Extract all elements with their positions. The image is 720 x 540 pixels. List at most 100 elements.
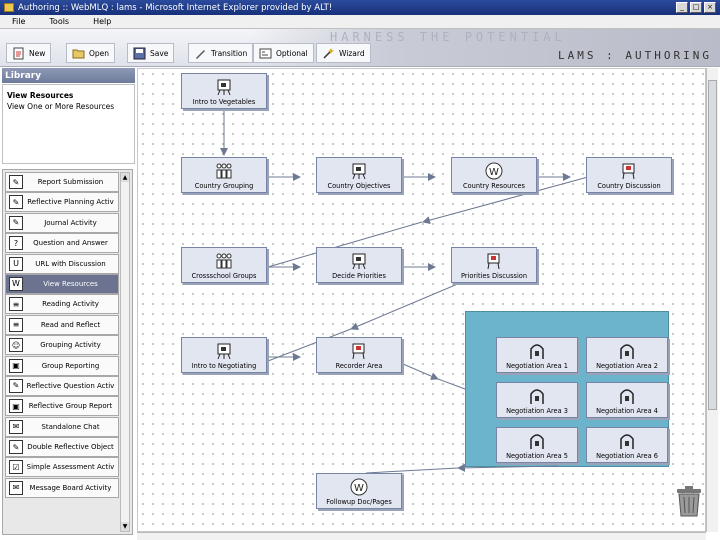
menu-file[interactable]: File bbox=[0, 17, 37, 26]
transition-line[interactable] bbox=[437, 378, 466, 390]
negotiation-icon bbox=[618, 432, 636, 450]
activity-node-neg-2[interactable]: Negotiation Area 2 bbox=[586, 337, 668, 373]
activity-node-country-grouping[interactable]: Country Grouping bbox=[181, 157, 267, 193]
activity-tool-list: ✎ Report Submission ✎ Reflective Planning A… bbox=[5, 172, 119, 498]
palette-tool-item[interactable]: ▣ Reflective Group Report bbox=[5, 396, 119, 417]
palette-tool-label: URL with Discussion bbox=[35, 259, 106, 268]
palette-tool-label: Reflective Planning Activ bbox=[27, 198, 114, 207]
activity-node-neg-6[interactable]: Negotiation Area 6 bbox=[586, 427, 668, 463]
palette-tool-item[interactable]: ☺ Grouping Activity bbox=[5, 335, 119, 356]
wizard-wand-icon bbox=[323, 47, 334, 59]
palette-tool-label: Double Reflective Object bbox=[27, 443, 114, 452]
menu-tools[interactable]: Tools bbox=[37, 17, 81, 26]
optional-button[interactable]: Optional bbox=[253, 43, 314, 63]
tool-glyph-icon: ✎ bbox=[9, 215, 23, 230]
save-button[interactable]: Save bbox=[127, 43, 175, 63]
activity-label: Intro to Vegetables bbox=[192, 98, 256, 106]
tool-glyph-icon: ▣ bbox=[9, 358, 23, 373]
palette-tool-label: Group Reporting bbox=[41, 361, 100, 370]
maximize-button[interactable]: □ bbox=[690, 2, 702, 13]
activity-node-country-discussion[interactable]: Country Discussion bbox=[586, 157, 672, 193]
negotiation-icon bbox=[618, 387, 636, 405]
canvas-scroll-thumb[interactable] bbox=[708, 80, 717, 410]
tool-glyph-icon: ✎ bbox=[9, 195, 23, 210]
scroll-up-arrow-icon[interactable]: ▲ bbox=[121, 173, 129, 182]
canvas-vertical-scrollbar[interactable] bbox=[706, 68, 718, 532]
transition-line[interactable] bbox=[457, 463, 559, 472]
presentation-icon bbox=[215, 78, 233, 96]
open-button[interactable]: Open bbox=[66, 43, 116, 63]
palette-tool-label: Reading Activity bbox=[42, 300, 99, 309]
activity-node-priorities-discussion[interactable]: Priorities Discussion bbox=[451, 247, 537, 283]
palette-tool-item[interactable]: ▣ Group Reporting bbox=[5, 355, 119, 376]
palette-tool-item[interactable]: ✎ Reflective Question Activ bbox=[5, 375, 119, 396]
activity-label: Country Grouping bbox=[194, 182, 254, 190]
activity-node-neg-3[interactable]: Negotiation Area 3 bbox=[496, 382, 578, 418]
tool-glyph-icon: ✎ bbox=[9, 440, 23, 455]
canvas-horizontal-scrollbar[interactable] bbox=[137, 532, 706, 540]
activity-node-intro-negotiating[interactable]: Intro to Negotiating bbox=[181, 337, 267, 373]
activity-label: Negotiation Area 1 bbox=[506, 362, 568, 370]
discussion-icon bbox=[485, 252, 503, 270]
palette-tool-label: Grouping Activity bbox=[40, 341, 101, 350]
palette-tool-item[interactable]: ✎ Report Submission bbox=[5, 172, 119, 192]
activity-label: Negotiation Area 3 bbox=[506, 407, 568, 415]
web-resource-icon: W bbox=[485, 162, 503, 180]
banner-title: LAMS : AUTHORING bbox=[558, 49, 712, 62]
activity-node-crossschool-groups[interactable]: Crossschool Groups bbox=[181, 247, 267, 283]
palette-tool-label: Report Submission bbox=[37, 178, 104, 186]
palette-tool-item[interactable]: ✉ Message Board Activity bbox=[5, 477, 119, 498]
minimize-button[interactable]: _ bbox=[676, 2, 688, 13]
new-button[interactable]: New bbox=[6, 43, 52, 63]
transition-button[interactable]: Transition bbox=[188, 43, 254, 63]
activity-node-intro-vegetables[interactable]: Intro to Vegetables bbox=[181, 73, 267, 109]
activity-node-neg-4[interactable]: Negotiation Area 4 bbox=[586, 382, 668, 418]
palette-tool-item[interactable]: U URL with Discussion bbox=[5, 253, 119, 274]
activity-node-neg-1[interactable]: Negotiation Area 1 bbox=[496, 337, 578, 373]
activity-node-recorder-area[interactable]: Recorder Area bbox=[316, 337, 402, 373]
palette-tool-item[interactable]: ☑ Simple Assessment Activ bbox=[5, 457, 119, 478]
tool-glyph-icon: ✎ bbox=[9, 378, 23, 393]
activity-node-neg-5[interactable]: Negotiation Area 5 bbox=[496, 427, 578, 463]
authoring-canvas[interactable]: Intro to Vegetables Country Grouping Count… bbox=[137, 68, 706, 532]
activity-node-country-objectives[interactable]: Country Objectives bbox=[316, 157, 402, 193]
activity-label: Country Discussion bbox=[597, 182, 661, 190]
palette-tool-item[interactable]: ✉ Standalone Chat bbox=[5, 416, 119, 437]
grouping-icon bbox=[215, 162, 233, 180]
presentation-icon bbox=[350, 252, 368, 270]
scroll-down-arrow-icon[interactable]: ▼ bbox=[121, 522, 129, 531]
palette-tool-item[interactable]: ≡ Reading Activity bbox=[5, 294, 119, 315]
activity-label: Negotiation Area 6 bbox=[596, 452, 658, 460]
discussion-icon bbox=[350, 342, 368, 360]
palette-tool-label: View Resources bbox=[43, 279, 98, 288]
save-disk-icon bbox=[133, 47, 146, 59]
browser-icon bbox=[4, 3, 14, 12]
palette-tool-item[interactable]: ✎ Journal Activity bbox=[5, 212, 119, 233]
activity-label: Crossschool Groups bbox=[191, 272, 257, 280]
palette-tool-item[interactable]: ✎ Reflective Planning Activ bbox=[5, 192, 119, 213]
close-button[interactable]: × bbox=[704, 2, 716, 13]
menu-help[interactable]: Help bbox=[81, 17, 123, 26]
tool-glyph-icon: ≡ bbox=[9, 317, 23, 332]
activity-node-decide-priorities[interactable]: Decide Priorities bbox=[316, 247, 402, 283]
wizard-button[interactable]: Wizard bbox=[316, 43, 371, 63]
activity-node-country-resources[interactable]: W Country Resources bbox=[451, 157, 537, 193]
tool-glyph-icon: ? bbox=[9, 236, 23, 251]
library-selected-description: View One or More Resources bbox=[7, 102, 115, 111]
palette-tool-label: Question and Answer bbox=[33, 239, 108, 248]
activity-label: Negotiation Area 5 bbox=[506, 452, 568, 460]
tool-glyph-icon: U bbox=[9, 256, 23, 271]
transition-line[interactable] bbox=[402, 363, 439, 380]
library-header: Library bbox=[2, 68, 135, 83]
activity-label: Intro to Negotiating bbox=[191, 362, 257, 370]
palette-tool-item[interactable]: W View Resources bbox=[5, 273, 119, 294]
library-description: View Resources View One or More Resource… bbox=[2, 84, 135, 164]
trash-can-icon[interactable] bbox=[673, 483, 705, 517]
palette-tool-item[interactable]: ≡ Read and Reflect bbox=[5, 314, 119, 335]
activity-node-followup-docs[interactable]: W Followup Doc/Pages bbox=[316, 473, 402, 509]
palette-scrollbar[interactable]: ▲ ▼ bbox=[120, 172, 130, 532]
negotiation-icon bbox=[528, 342, 546, 360]
activity-label: Recorder Area bbox=[335, 362, 383, 370]
palette-tool-item[interactable]: ✎ Double Reflective Object bbox=[5, 437, 119, 458]
palette-tool-item[interactable]: ? Question and Answer bbox=[5, 233, 119, 254]
